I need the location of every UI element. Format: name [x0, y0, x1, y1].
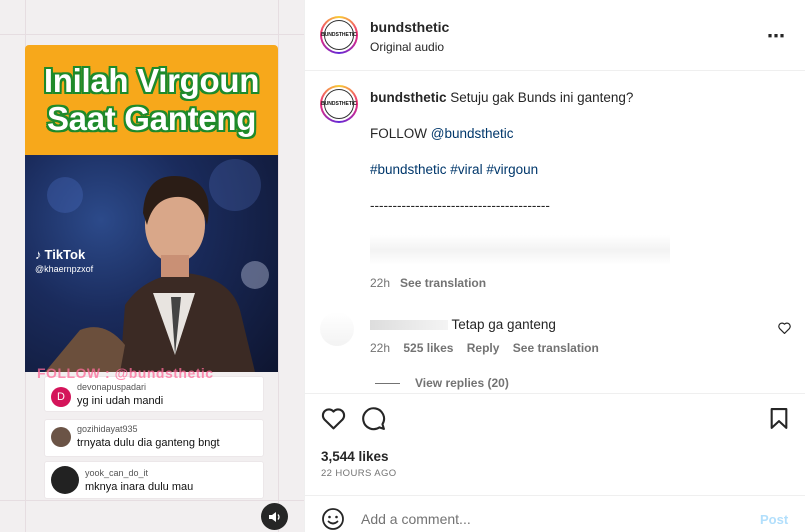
- header-username[interactable]: bundsthetic: [370, 19, 449, 35]
- avatar[interactable]: BUNDSTHETIC: [320, 85, 358, 123]
- tiktok-icon: ♪: [35, 247, 42, 262]
- caption-follow: FOLLOW @bundsthetic: [370, 126, 514, 141]
- video-title-banner: Inilah Virgoun Saat Ganteng: [25, 45, 278, 155]
- speaker-icon: [268, 511, 280, 522]
- follow-overlay-text: FOLLOW : @bundsthetic: [37, 365, 214, 381]
- avatar[interactable]: [320, 312, 354, 346]
- avatar-logo-text: BUNDSTHETIC: [321, 20, 357, 50]
- see-translation-link[interactable]: See translation: [400, 276, 486, 290]
- post-sidebar: BUNDSTHETIC bundsthetic Original audio ⋯…: [304, 0, 805, 532]
- post-timestamp[interactable]: 22 HOURS AGO: [321, 468, 397, 479]
- caption-divider: ----------------------------------------: [370, 198, 550, 213]
- caption-time: 22h: [370, 276, 391, 290]
- comment-bar: Post: [305, 495, 805, 532]
- tiktok-watermark: ♪ TikTok @khaernpzxof: [35, 247, 93, 274]
- comment-text: yg ini udah mandi: [77, 394, 164, 407]
- caption-meta: 22h See translation: [370, 276, 486, 290]
- tiktok-handle: @khaernpzxof: [35, 264, 94, 274]
- comment-text: trnyata dulu dia ganteng bngt: [77, 437, 220, 449]
- like-heart-icon[interactable]: [321, 407, 346, 430]
- comment-body: Tetap ga ganteng: [451, 317, 556, 332]
- video-comment-card: D devonapuspadari yg ini udah mandi: [44, 376, 264, 412]
- grid-line: [0, 34, 304, 35]
- post-button[interactable]: Post: [760, 512, 788, 527]
- hashtags-link[interactable]: #bundsthetic #viral #virgoun: [370, 162, 538, 177]
- actions-divider: [305, 393, 805, 394]
- follow-prefix: FOLLOW: [370, 126, 428, 141]
- likes-count[interactable]: 3,544 likes: [321, 449, 389, 464]
- caption-text: bundsthetic Setuju gak Bunds ini ganteng…: [370, 90, 633, 105]
- comment-time: 22h: [370, 341, 391, 355]
- mute-button[interactable]: [261, 503, 288, 530]
- comment-bubble-icon[interactable]: [361, 406, 386, 431]
- avatar: [51, 426, 71, 447]
- save-bookmark-icon[interactable]: [768, 407, 790, 430]
- comment-row: Tetap ga ganteng: [370, 317, 556, 332]
- mention-link[interactable]: @bundsthetic: [431, 126, 514, 141]
- reply-button[interactable]: Reply: [467, 341, 500, 355]
- redacted-username: [370, 320, 448, 331]
- avatar: D: [51, 387, 71, 407]
- faded-caption-overflow: [370, 235, 670, 265]
- grid-line: [0, 500, 304, 501]
- post-header: BUNDSTHETIC bundsthetic Original audio ⋯: [305, 0, 805, 71]
- avatar-logo-text: BUNDSTHETIC: [321, 89, 357, 119]
- emoji-icon[interactable]: [321, 507, 345, 531]
- comment-likes[interactable]: 525 likes: [403, 341, 453, 355]
- comment-user: yook_can_do_it: [85, 467, 149, 478]
- view-replies-button[interactable]: View replies (20): [415, 376, 509, 390]
- post-media[interactable]: Inilah Virgoun Saat Ganteng ♪ TikTok @kha…: [0, 0, 304, 532]
- caption-body: Setuju gak Bunds ini ganteng?: [450, 90, 634, 105]
- comment-meta: 22h 525 likes Reply See translation: [370, 341, 599, 355]
- video-comment-card: gozihidayat935 trnyata dulu dia ganteng …: [44, 419, 264, 457]
- caption-username[interactable]: bundsthetic: [370, 90, 447, 105]
- comment-user: gozihidayat935: [77, 424, 138, 434]
- comment-like-heart-icon[interactable]: [778, 322, 791, 334]
- banner-line-2: Saat Ganteng: [46, 100, 257, 137]
- add-comment-input[interactable]: [361, 511, 741, 527]
- audio-link[interactable]: Original audio: [370, 40, 444, 54]
- comment-text: mknya inara dulu mau: [85, 480, 194, 493]
- avatar: [51, 466, 79, 494]
- avatar[interactable]: BUNDSTHETIC: [320, 16, 358, 54]
- banner-line-1: Inilah Virgoun: [43, 62, 260, 99]
- see-translation-link[interactable]: See translation: [513, 341, 599, 355]
- video-comment-card: yook_can_do_it mknya inara dulu mau: [44, 461, 264, 499]
- replies-line: [375, 383, 400, 384]
- more-options-icon[interactable]: ⋯: [767, 26, 786, 47]
- grid-line: [278, 0, 279, 532]
- video-frame[interactable]: ♪ TikTok @khaernpzxof: [25, 155, 278, 372]
- tiktok-label: TikTok: [44, 247, 86, 262]
- comment-user: devonapuspadari: [77, 381, 147, 392]
